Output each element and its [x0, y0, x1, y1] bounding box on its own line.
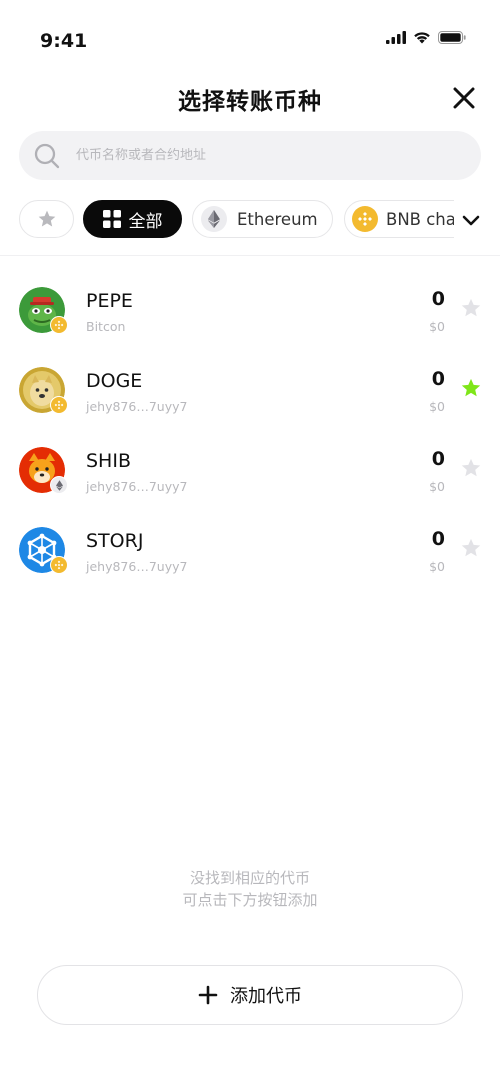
token-symbol: DOGE — [86, 370, 143, 392]
token-subtitle: jehy876…7uyy7 — [86, 479, 188, 494]
star-icon — [38, 210, 55, 227]
page-title: 选择转账币种 — [178, 89, 322, 115]
battery-icon — [438, 31, 466, 44]
favorite-star-icon[interactable] — [460, 457, 482, 479]
token-avatar — [19, 447, 68, 494]
plus-icon — [198, 985, 218, 1005]
token-symbol: STORJ — [86, 530, 144, 552]
expand-chains-button[interactable] — [458, 210, 484, 232]
token-amount: 0 — [431, 528, 445, 550]
bnb-chain-badge-icon — [50, 556, 68, 574]
bnb-chain-badge-icon — [50, 316, 68, 334]
token-row-storj[interactable]: STORJ jehy876…7uyy7 0 $0 — [0, 510, 500, 590]
grid-icon — [102, 210, 121, 228]
token-symbol: SHIB — [86, 450, 131, 472]
close-button[interactable] — [446, 80, 482, 116]
ethereum-chain-badge-icon — [50, 476, 68, 494]
token-amount: 0 — [431, 448, 445, 470]
favorite-star-icon[interactable] — [460, 377, 482, 399]
status-bar: 9:41 — [0, 0, 500, 70]
empty-note-line1: 没找到相应的代币 — [189, 869, 310, 887]
token-fiat-value: $0 — [429, 319, 445, 334]
empty-state-note: 没找到相应的代币 可点击下方按钮添加 — [0, 867, 500, 911]
search-bar[interactable] — [19, 131, 481, 180]
token-subtitle: Bitcon — [86, 319, 126, 334]
token-amount: 0 — [431, 288, 445, 310]
filter-favorites-chip[interactable] — [19, 200, 74, 238]
token-avatar — [19, 367, 68, 414]
token-fiat-value: $0 — [429, 479, 445, 494]
bnb-chain-icon — [352, 206, 378, 232]
token-row-doge[interactable]: DOGE jehy876…7uyy7 0 $0 — [0, 350, 500, 430]
token-fiat-value: $0 — [429, 399, 445, 414]
add-token-label: 添加代币 — [230, 986, 302, 1007]
filter-ethereum-label: Ethereum — [237, 209, 318, 229]
search-icon — [34, 143, 60, 168]
empty-note-line2: 可点击下方按钮添加 — [182, 891, 318, 909]
header: 选择转账币种 — [0, 70, 500, 126]
chain-filter-row: 全部 Ethereum BNB chain — [19, 200, 454, 240]
token-row-pepe[interactable]: PEPE Bitcon 0 $0 — [0, 270, 500, 350]
add-token-button[interactable]: 添加代币 — [37, 965, 463, 1025]
chevron-down-icon — [462, 215, 480, 226]
filter-bnb-label: BNB chain — [386, 209, 454, 229]
ethereum-icon — [201, 206, 227, 232]
token-row-shib[interactable]: SHIB jehy876…7uyy7 0 $0 — [0, 430, 500, 510]
token-avatar — [19, 287, 68, 334]
token-subtitle: jehy876…7uyy7 — [86, 559, 188, 574]
wifi-icon — [414, 32, 430, 44]
favorite-star-icon[interactable] — [460, 297, 482, 319]
filter-ethereum-chip[interactable]: Ethereum — [192, 200, 333, 238]
token-fiat-value: $0 — [429, 559, 445, 574]
search-input[interactable] — [76, 148, 436, 163]
status-time: 9:41 — [40, 30, 88, 52]
divider — [0, 255, 500, 256]
filter-all-chip[interactable]: 全部 — [83, 200, 182, 238]
token-subtitle: jehy876…7uyy7 — [86, 399, 188, 414]
close-icon — [453, 87, 475, 109]
status-icons — [386, 31, 466, 44]
token-amount: 0 — [431, 368, 445, 390]
cellular-signal-icon — [386, 31, 406, 44]
token-avatar — [19, 527, 68, 574]
filter-bnb-chip[interactable]: BNB chain — [344, 200, 454, 238]
filter-all-label: 全部 — [128, 211, 163, 232]
token-symbol: PEPE — [86, 290, 133, 312]
favorite-star-icon[interactable] — [460, 537, 482, 559]
bnb-chain-badge-icon — [50, 396, 68, 414]
